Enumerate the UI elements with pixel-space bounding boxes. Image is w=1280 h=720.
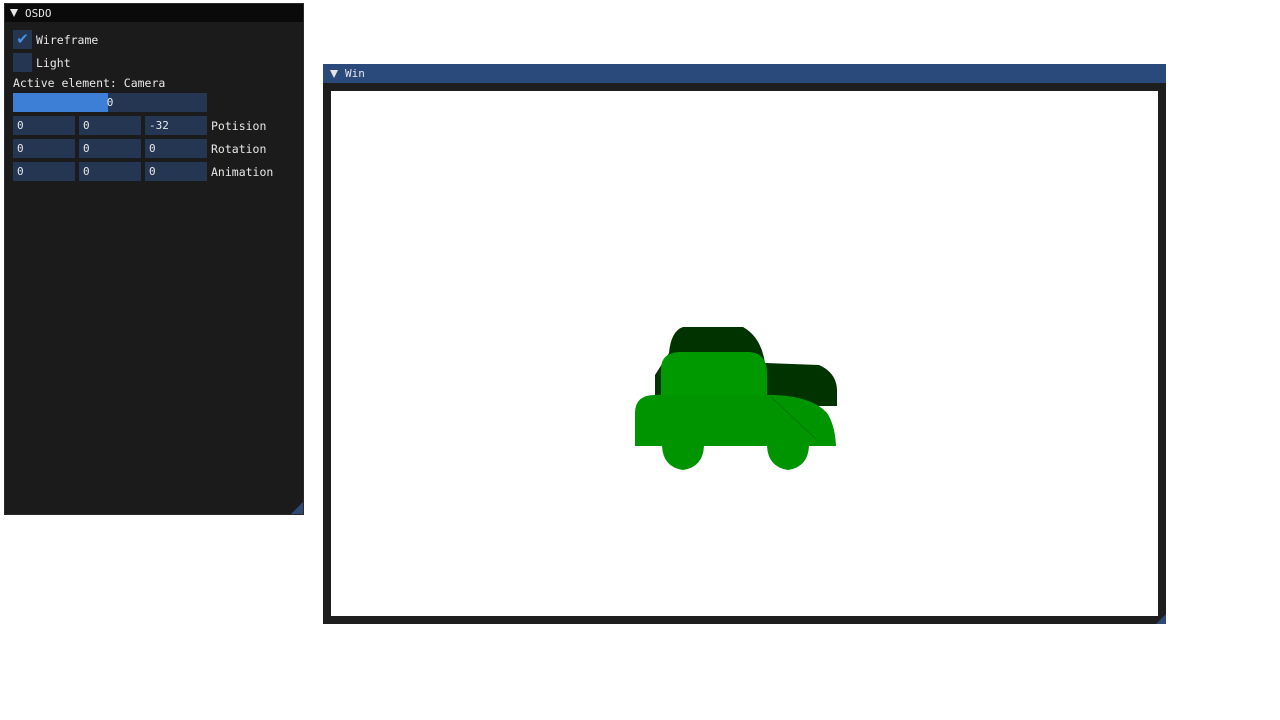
rotation-y-input[interactable]: 0 xyxy=(79,139,141,158)
wireframe-row[interactable]: ✔ Wireframe xyxy=(13,30,98,49)
position-y-input[interactable]: 0 xyxy=(79,116,141,135)
rotation-row: 0 0 0 Rotation xyxy=(13,139,266,158)
animation-row: 0 0 0 Animation xyxy=(13,162,273,181)
osdo-title: OSDO xyxy=(25,6,52,20)
active-element-row: Active element: Camera xyxy=(13,76,165,90)
rotation-x-input[interactable]: 0 xyxy=(13,139,75,158)
win-title: Win xyxy=(345,67,365,80)
animation-label: Animation xyxy=(211,164,274,179)
resize-grip-icon[interactable] xyxy=(291,502,303,514)
light-checkbox[interactable] xyxy=(13,53,32,72)
rotation-label: Rotation xyxy=(211,141,267,156)
light-row[interactable]: Light xyxy=(13,53,71,72)
osdo-titlebar[interactable]: OSDO xyxy=(5,4,303,22)
collapse-triangle-icon[interactable] xyxy=(330,69,338,78)
car-body xyxy=(635,395,836,446)
osdo-panel: OSDO ✔ Wireframe Light Active element: C… xyxy=(4,3,304,515)
rear-wheel xyxy=(767,446,809,470)
render-viewport[interactable] xyxy=(331,91,1158,616)
position-label: Potision xyxy=(211,118,267,133)
position-z-input[interactable]: -32 xyxy=(145,116,207,135)
wireframe-checkbox[interactable]: ✔ xyxy=(13,30,32,49)
position-x-input[interactable]: 0 xyxy=(13,116,75,135)
win-window: Win xyxy=(323,64,1166,624)
front-wheel xyxy=(662,446,704,470)
active-element-text: Active element: Camera xyxy=(13,76,166,90)
slider-value: 0 xyxy=(106,96,114,109)
wireframe-label: Wireframe xyxy=(36,32,99,47)
position-row: 0 0 -32 Potision xyxy=(13,116,266,135)
rotation-z-input[interactable]: 0 xyxy=(145,139,207,158)
checkmark-icon: ✔ xyxy=(16,30,29,48)
animation-z-input[interactable]: 0 xyxy=(145,162,207,181)
win-titlebar[interactable]: Win xyxy=(323,64,1166,83)
collapse-triangle-icon[interactable] xyxy=(10,9,18,17)
car-render xyxy=(635,327,837,470)
light-label: Light xyxy=(36,55,71,70)
car-model xyxy=(635,327,837,470)
slider-row[interactable]: 0 xyxy=(13,93,207,112)
animation-x-input[interactable]: 0 xyxy=(13,162,75,181)
resize-grip-icon[interactable] xyxy=(1156,614,1166,624)
car-cabin xyxy=(661,352,767,395)
animation-y-input[interactable]: 0 xyxy=(79,162,141,181)
value-slider[interactable]: 0 xyxy=(13,93,207,112)
